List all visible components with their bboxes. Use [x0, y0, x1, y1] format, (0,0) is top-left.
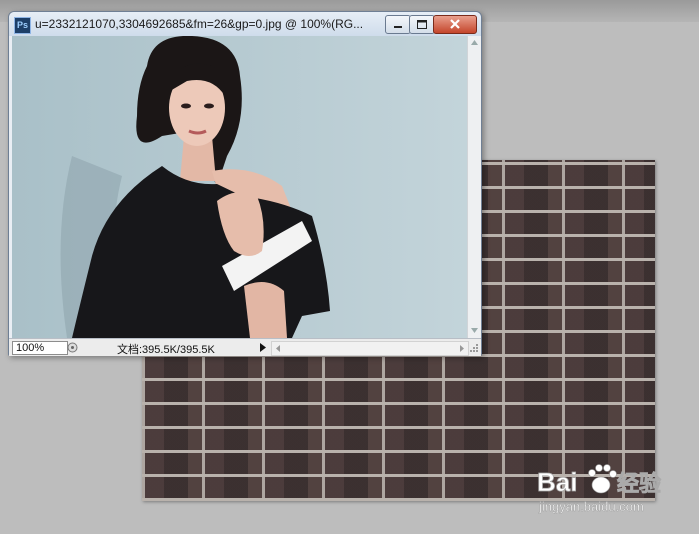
woman-photo: [12, 36, 467, 338]
minimize-icon: [394, 26, 402, 28]
horizontal-scrollbar[interactable]: [271, 341, 469, 356]
close-button[interactable]: [433, 15, 477, 34]
status-menu-arrow-icon[interactable]: [257, 341, 269, 354]
vertical-scrollbar[interactable]: [467, 36, 481, 338]
hscroll-arrow-icons: [276, 345, 464, 352]
maximize-button[interactable]: [409, 15, 435, 34]
scroll-up-icon: [471, 40, 478, 45]
maximize-icon: [417, 20, 427, 29]
baidu-jingyan-watermark: Bai 经验 jingyan.baidu.com: [535, 455, 665, 515]
scrollbar-arrows: [471, 40, 478, 333]
svg-text:jingyan.baidu.com: jingyan.baidu.com: [538, 499, 644, 514]
window-titlebar[interactable]: Ps u=2332121070,3304692685&fm=26&gp=0.jp…: [9, 12, 481, 36]
scroll-down-icon: [471, 328, 478, 333]
svg-text:经验: 经验: [617, 471, 661, 497]
baidu-logo: Bai 经验 jingyan.baidu.com: [537, 464, 661, 514]
photo-canvas[interactable]: [12, 36, 467, 338]
resize-grip-icon[interactable]: [468, 342, 479, 353]
zoom-field[interactable]: 100%: [12, 341, 68, 355]
document-window[interactable]: Ps u=2332121070,3304692685&fm=26&gp=0.jp…: [8, 11, 482, 356]
svg-text:Bai: Bai: [537, 467, 577, 497]
document-size-info: 文档:395.5K/395.5K: [117, 344, 215, 356]
document-title: u=2332121070,3304692685&fm=26&gp=0.jpg @…: [35, 17, 364, 31]
close-icon: [450, 19, 460, 29]
minimize-button[interactable]: [385, 15, 411, 34]
ps-logo-icon: Ps: [14, 17, 31, 34]
status-bar: 100% 文档:395.5K/395.5K: [9, 338, 481, 356]
status-info-icon[interactable]: [67, 342, 78, 353]
paw-icon: [588, 464, 617, 494]
